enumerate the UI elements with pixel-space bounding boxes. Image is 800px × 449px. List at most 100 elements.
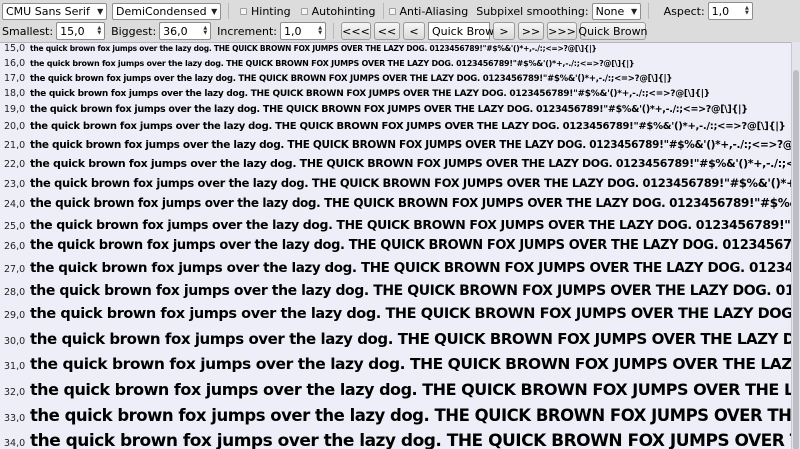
row-sample-text: the quick brown fox jumps over the lazy …: [30, 196, 800, 210]
preview-row: 22,0 the quick brown fox jumps over the l…: [0, 157, 800, 170]
row-size-label: 22,0: [4, 159, 26, 170]
autohinting-label: Autohinting: [311, 4, 376, 18]
row-size-label: 34,0: [4, 438, 26, 449]
row-sample-text: the quick brown fox jumps over the lazy …: [30, 355, 800, 373]
font-family-value: CMU Sans Serif Dem: [6, 4, 94, 18]
row-sample-text: the quick brown fox jumps over the lazy …: [30, 176, 800, 190]
font-style-value: DemiCondensed: [116, 4, 207, 18]
preview-row: 25,0 the quick brown fox jumps over the l…: [0, 217, 800, 232]
preview-row: 19,0 the quick brown fox jumps over the l…: [0, 104, 800, 115]
row-sample-text: the quick brown fox jumps over the lazy …: [30, 157, 800, 170]
preview-row: 15,0 the quick brown fox jumps over the l…: [0, 43, 800, 54]
row-sample-text: the quick brown fox jumps over the lazy …: [30, 260, 800, 276]
toolbar-separator: [647, 3, 649, 19]
row-sample-text: the quick brown fox jumps over the lazy …: [30, 238, 800, 253]
hinting-label: Hinting: [251, 4, 291, 18]
preview-row: 26,0 the quick brown fox jumps over the l…: [0, 238, 800, 253]
row-size-label: 26,0: [4, 241, 26, 252]
preview-row: 31,0 the quick brown fox jumps over the l…: [0, 355, 800, 373]
row-sample-text: the quick brown fox jumps over the lazy …: [30, 139, 800, 151]
smallest-spinbox[interactable]: 15,0 ▲ ▼: [56, 22, 106, 40]
next-button[interactable]: >: [492, 22, 515, 40]
row-sample-text: the quick brown fox jumps over the lazy …: [30, 121, 786, 132]
first-page-button[interactable]: <<<: [340, 22, 371, 40]
preview-row: 21,0 the quick brown fox jumps over the l…: [0, 139, 800, 151]
autohinting-checkbox[interactable]: Autohinting: [300, 4, 376, 18]
row-size-label: 19,0: [4, 104, 26, 115]
row-sample-text: the quick brown fox jumps over the lazy …: [30, 380, 800, 399]
preview-row: 28,0 the quick brown fox jumps over the l…: [0, 283, 800, 299]
row-sample-text: the quick brown fox jumps over the lazy …: [30, 104, 748, 115]
font-preview-window: CMU Sans Serif Dem ▼ DemiCondensed ▼ Hin…: [0, 0, 800, 449]
row-size-label: 23,0: [4, 179, 26, 190]
increment-label: Increment:: [217, 24, 277, 38]
row-size-label: 32,0: [4, 387, 26, 398]
row-sample-text: the quick brown fox jumps over the lazy …: [30, 44, 597, 53]
row-size-label: 16,0: [4, 58, 26, 69]
spin-arrows-icon[interactable]: ▲ ▼: [742, 3, 751, 19]
prev-fast-button[interactable]: <<: [373, 22, 400, 40]
preview-row: 17,0 the quick brown fox jumps over the l…: [0, 73, 800, 84]
font-preview-area: 15,0 the quick brown fox jumps over the l…: [0, 42, 800, 449]
font-family-select[interactable]: CMU Sans Serif Dem ▼: [2, 2, 107, 20]
aspect-spinbox[interactable]: 1,0 ▲ ▼: [707, 2, 753, 20]
smallest-label: Smallest:: [2, 24, 54, 38]
row-sample-text: the quick brown fox jumps over the lazy …: [30, 283, 800, 299]
font-style-select[interactable]: DemiCondensed ▼: [112, 2, 221, 20]
chevron-down-icon: ▼: [97, 6, 104, 16]
row-size-label: 17,0: [4, 73, 26, 84]
size-toolbar: Smallest: 15,0 ▲ ▼ Biggest: 36,0 ▲ ▼ Incre…: [0, 20, 800, 42]
aspect-value: 1,0: [711, 4, 730, 18]
antialiasing-checkbox[interactable]: Anti-Aliasing: [388, 4, 469, 18]
toolbar-separator: [382, 3, 384, 19]
chevron-down-icon: ▼: [211, 6, 218, 16]
row-size-label: 25,0: [4, 221, 26, 232]
row-size-label: 18,0: [4, 88, 26, 99]
preview-row: 27,0 the quick brown fox jumps over the l…: [0, 260, 800, 276]
smallest-value: 15,0: [60, 24, 85, 38]
increment-spinbox[interactable]: 1,0 ▲ ▼: [279, 22, 326, 40]
next-fast-button[interactable]: >>: [517, 22, 544, 40]
increment-value: 1,0: [283, 24, 302, 38]
preview-row: 18,0 the quick brown fox jumps over the l…: [0, 88, 800, 99]
last-page-button[interactable]: >>>: [546, 22, 577, 40]
subpixel-select[interactable]: None ▼: [591, 2, 641, 20]
prev-button[interactable]: <: [402, 22, 425, 40]
row-size-label: 21,0: [4, 140, 26, 151]
spin-arrows-icon[interactable]: ▲ ▼: [315, 23, 325, 39]
row-sample-text: the quick brown fox jumps over the lazy …: [30, 217, 800, 232]
antialiasing-label: Anti-Aliasing: [399, 4, 469, 18]
preview-row: 29,0 the quick brown fox jumps over the l…: [0, 306, 800, 322]
subpixel-value: None: [595, 4, 625, 18]
row-size-label: 20,0: [4, 121, 26, 132]
biggest-value: 36,0: [163, 24, 188, 38]
biggest-label: Biggest:: [111, 24, 157, 38]
preview-row: 23,0 the quick brown fox jumps over the l…: [0, 176, 800, 190]
row-size-label: 28,0: [4, 287, 26, 298]
spin-arrows-icon[interactable]: ▲ ▼: [94, 23, 104, 39]
hinting-checkbox[interactable]: Hinting: [240, 5, 291, 18]
checkbox-icon: [388, 7, 396, 15]
vertical-scrollbar[interactable]: [791, 42, 800, 449]
row-size-label: 24,0: [4, 199, 26, 210]
row-sample-text: the quick brown fox jumps over the lazy …: [30, 330, 800, 348]
row-size-label: 31,0: [4, 361, 26, 372]
chevron-down-icon: ▼: [631, 6, 638, 16]
checkbox-icon: [300, 7, 308, 15]
sample-text-input[interactable]: Quick Brown: [427, 22, 501, 40]
row-sample-text: the quick brown fox jumps over the lazy …: [30, 74, 673, 84]
spin-arrows-icon[interactable]: ▲ ▼: [200, 23, 210, 39]
preview-row: 24,0 the quick brown fox jumps over the l…: [0, 196, 800, 210]
subpixel-label: Subpixel smoothing:: [476, 4, 589, 18]
checkbox-icon: [240, 7, 247, 15]
apply-text-button[interactable]: Quick Brown: [578, 22, 648, 40]
toolbar-separator: [228, 3, 229, 19]
preview-row: 34,0 the quick brown fox jumps over the l…: [0, 431, 800, 449]
row-sample-text: the quick brown fox jumps over the lazy …: [30, 431, 800, 449]
preview-row: 33,0 the quick brown fox jumps over the l…: [0, 406, 800, 425]
toolbar-separator: [332, 23, 334, 39]
row-sample-text: the quick brown fox jumps over the lazy …: [30, 89, 710, 99]
preview-row: 20,0 the quick brown fox jumps over the l…: [0, 121, 800, 132]
scrollbar-thumb[interactable]: [793, 70, 799, 449]
biggest-spinbox[interactable]: 36,0 ▲ ▼: [159, 22, 212, 40]
